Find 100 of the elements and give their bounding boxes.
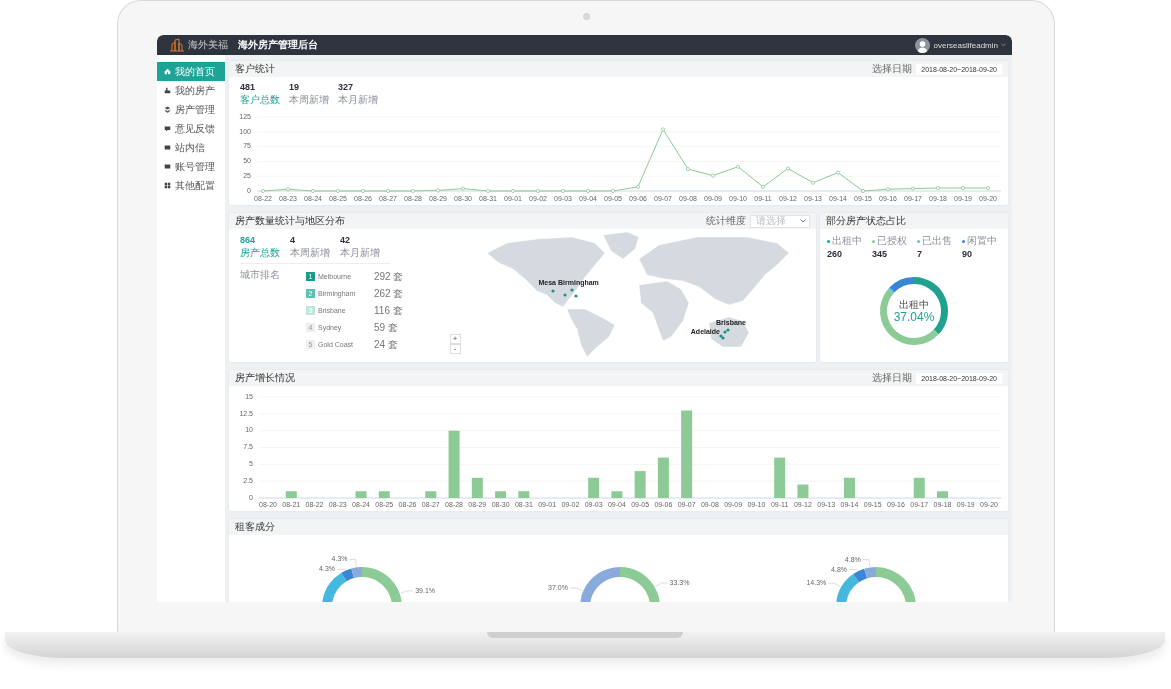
legend-label: 出租中 [832, 234, 862, 248]
data-point [736, 164, 740, 169]
bar [937, 491, 948, 498]
leader-line [336, 569, 347, 570]
stat-value: 4 [290, 235, 296, 245]
data-point [811, 180, 815, 185]
data-point [836, 170, 840, 175]
donut-center-label: 出租中 [899, 299, 929, 310]
sidebar-item[interactable]: 意见反馈 [157, 119, 225, 138]
bar [471, 477, 483, 498]
data-point [911, 186, 915, 191]
map-marker[interactable] [574, 294, 578, 298]
map-marker[interactable] [726, 328, 730, 332]
ranking-label: 城市排名 [240, 268, 281, 282]
panel-title: 房产增长情况 [235, 371, 295, 385]
username[interactable]: overseaslifeadmin [933, 40, 998, 50]
data-point [936, 186, 940, 191]
legend-value: 345 [872, 249, 889, 259]
bar [355, 491, 367, 498]
legend-value: 7 [917, 249, 923, 259]
donut-center-value: 37.04% [893, 310, 935, 324]
data-point [336, 189, 340, 193]
legend-value: 90 [962, 249, 973, 259]
sidebar-item[interactable]: 账号管理 [157, 157, 225, 176]
city-count: 24 套 [374, 337, 398, 352]
data-point [286, 187, 290, 192]
data-point [361, 189, 365, 193]
building-icon [164, 87, 171, 94]
city-count: 59 套 [374, 320, 398, 335]
leader-line [349, 559, 357, 567]
bar [657, 457, 669, 498]
leader-line [848, 569, 859, 571]
field-label: 统计维度 [706, 214, 746, 228]
stat-value: 19 [289, 82, 300, 92]
map-marker[interactable] [570, 288, 574, 292]
data-point [511, 189, 515, 193]
id-card-icon [164, 163, 171, 170]
legend-value: 260 [827, 249, 844, 259]
chevron-icon [800, 219, 806, 223]
data-point [411, 189, 415, 193]
camera-icon [582, 13, 590, 20]
leader-line [828, 582, 841, 587]
sidebar-item[interactable]: 我的房产 [157, 81, 225, 100]
data-point [711, 173, 715, 178]
layers-icon [164, 106, 171, 113]
legend-label: 闲置中 [967, 234, 997, 248]
city-count: 262 套 [374, 286, 404, 301]
stat-label: 本周新增 [289, 93, 330, 107]
bar [634, 471, 646, 498]
data-point [536, 189, 540, 193]
leader-line [655, 582, 668, 587]
data-point [661, 127, 665, 132]
panel-title: 部分房产状态占比 [826, 214, 906, 228]
stat-label: 本月新增 [340, 246, 381, 260]
map-marker[interactable] [551, 289, 555, 293]
field-label: 选择日期 [872, 62, 913, 76]
envelope-icon [164, 144, 171, 151]
stat-value: 481 [240, 82, 257, 92]
bar [774, 457, 786, 498]
stat-label: 本月新增 [338, 93, 379, 107]
data-point [786, 166, 790, 171]
data-point [611, 189, 615, 193]
legend-label: 已出售 [922, 234, 952, 248]
home-icon [164, 68, 171, 75]
panel-title: 租客成分 [235, 520, 275, 534]
bar [913, 477, 925, 498]
bar [495, 491, 507, 498]
map-marker[interactable] [563, 293, 567, 297]
data-point [636, 184, 640, 189]
data-point [561, 189, 565, 193]
stat-value: 864 [240, 235, 257, 245]
message-icon [164, 125, 171, 132]
sidebar-item[interactable]: 其他配置 [157, 176, 225, 195]
bar [797, 484, 809, 498]
data-point [386, 189, 390, 193]
panel-title: 房产数量统计与地区分布 [235, 214, 345, 228]
avatar-icon[interactable] [914, 37, 930, 53]
bar [843, 477, 855, 498]
map-marker[interactable] [723, 330, 727, 334]
caret-icon[interactable] [1001, 43, 1006, 47]
bar [518, 491, 530, 498]
bar [285, 491, 297, 498]
data-point [486, 189, 490, 193]
data-point [436, 188, 440, 193]
zoom-in-button[interactable]: + [449, 334, 461, 344]
zoom-out-button[interactable]: - [449, 344, 461, 354]
data-point [761, 184, 765, 189]
stat-label: 本周新增 [290, 246, 331, 260]
sidebar-item[interactable]: 房产管理 [157, 100, 225, 119]
stat-label: 客户总数 [240, 93, 281, 107]
stat-value: 327 [338, 82, 355, 92]
data-point [261, 189, 265, 193]
sidebar-item[interactable]: 站内信 [157, 138, 225, 157]
legend-label: 已授权 [877, 234, 907, 248]
logo-text: 海外美福 [188, 38, 228, 52]
city-count: 292 套 [374, 269, 404, 284]
data-point [311, 189, 315, 193]
stat-label: 房产总数 [240, 246, 281, 260]
leader-line [862, 559, 871, 567]
field-label: 选择日期 [872, 371, 913, 385]
